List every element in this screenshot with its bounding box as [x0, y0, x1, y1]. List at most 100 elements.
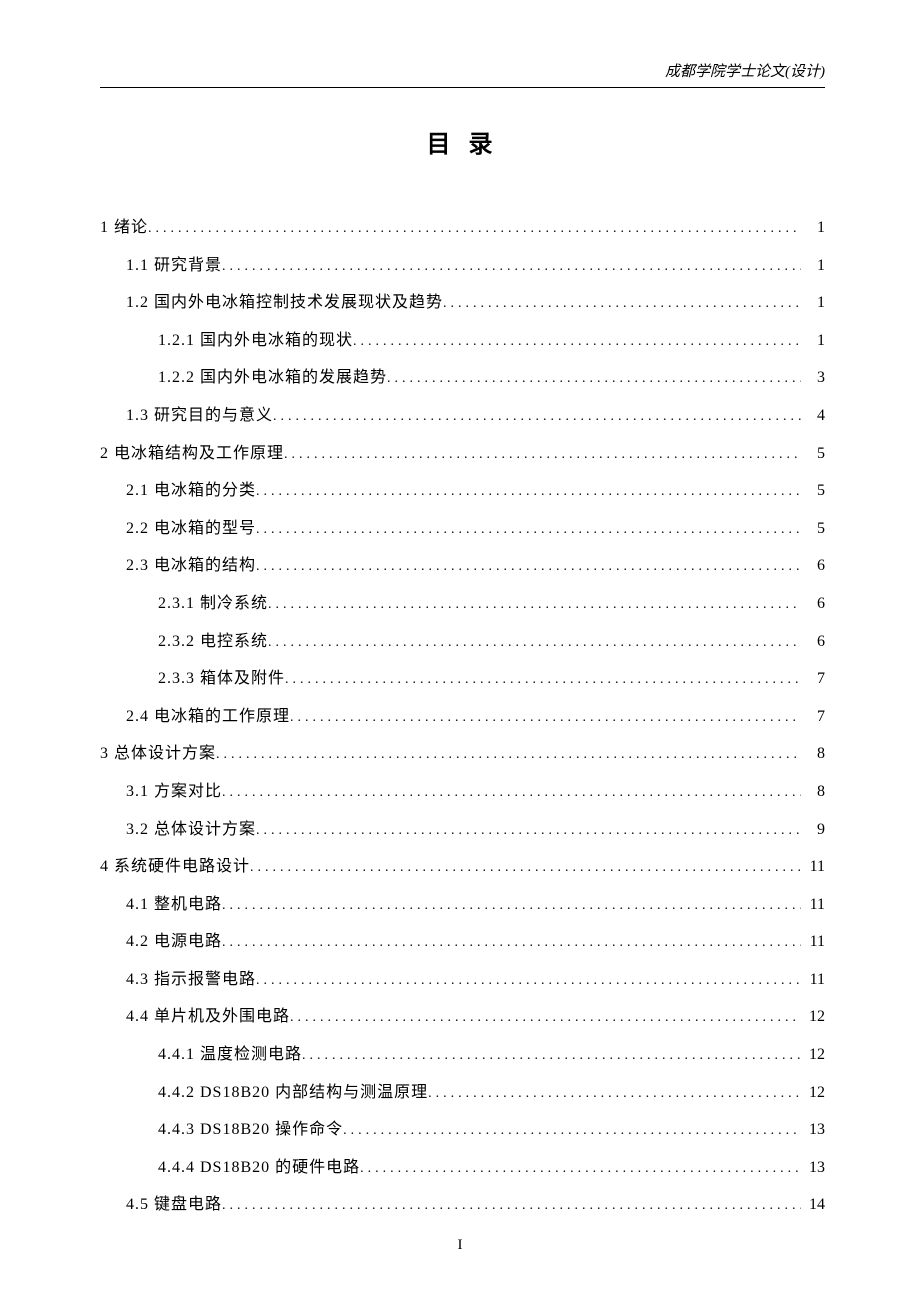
toc-entry-page: 12 — [801, 1036, 825, 1074]
toc-entry-page: 1 — [801, 284, 825, 322]
toc-leader-dots: ........................................… — [222, 777, 801, 810]
toc-entry-page: 3 — [801, 359, 825, 397]
toc-entry-page: 9 — [801, 811, 825, 849]
toc-entry-label: 4.4 单片机及外围电路 — [126, 998, 290, 1036]
toc-leader-dots: ........................................… — [222, 927, 801, 960]
toc-entry-page: 6 — [801, 547, 825, 585]
toc-leader-dots: ........................................… — [290, 702, 801, 735]
toc-entry-label: 1.1 研究背景 — [126, 247, 222, 285]
toc-entry: 4 系统硬件电路设计..............................… — [100, 848, 825, 886]
toc-entry-page: 11 — [801, 923, 825, 961]
toc-entry-page: 1 — [801, 247, 825, 285]
toc-entry-page: 5 — [801, 472, 825, 510]
toc-entry-page: 5 — [801, 510, 825, 548]
toc-entry-page: 1 — [801, 322, 825, 360]
toc-entry: 1.2 国内外电冰箱控制技术发展现状及趋势...................… — [100, 284, 825, 322]
toc-entry: 1.1 研究背景................................… — [100, 247, 825, 285]
toc-entry-label: 4.2 电源电路 — [126, 923, 222, 961]
toc-entry: 2.1 电冰箱的分类..............................… — [100, 472, 825, 510]
toc-entry-page: 6 — [801, 585, 825, 623]
toc-entry: 2.3 电冰箱的结构..............................… — [100, 547, 825, 585]
toc-leader-dots: ........................................… — [290, 1002, 801, 1035]
toc-leader-dots: ........................................… — [360, 1153, 801, 1186]
table-of-contents: 1 绪论....................................… — [100, 209, 825, 1224]
toc-entry-label: 2.3.3 箱体及附件 — [158, 660, 285, 698]
toc-entry: 1.3 研究目的与意义.............................… — [100, 397, 825, 435]
toc-entry-label: 2.3 电冰箱的结构 — [126, 547, 256, 585]
toc-leader-dots: ........................................… — [250, 852, 801, 885]
toc-leader-dots: ........................................… — [443, 288, 801, 321]
toc-entry-label: 3.2 总体设计方案 — [126, 811, 256, 849]
toc-entry-page: 13 — [801, 1111, 825, 1149]
toc-entry: 3.2 总体设计方案..............................… — [100, 811, 825, 849]
toc-entry-label: 4.4.3 DS18B20 操作命令 — [158, 1111, 343, 1149]
toc-entry: 4.4.4 DS18B20 的硬件电路.....................… — [100, 1149, 825, 1187]
toc-leader-dots: ........................................… — [256, 815, 801, 848]
toc-leader-dots: ........................................… — [353, 326, 801, 359]
page-header: 成都学院学士论文(设计) — [100, 60, 825, 88]
toc-leader-dots: ........................................… — [148, 213, 801, 246]
toc-entry-label: 2.2 电冰箱的型号 — [126, 510, 256, 548]
toc-entry: 3.1 方案对比................................… — [100, 773, 825, 811]
toc-entry: 3 总体设计方案................................… — [100, 735, 825, 773]
toc-entry: 1.2.2 国内外电冰箱的发展趋势.......................… — [100, 359, 825, 397]
toc-leader-dots: ........................................… — [222, 890, 801, 923]
toc-entry-label: 2.3.2 电控系统 — [158, 623, 268, 661]
toc-entry-page: 1 — [801, 209, 825, 247]
toc-entry-label: 1.3 研究目的与意义 — [126, 397, 273, 435]
toc-entry-label: 2.3.1 制冷系统 — [158, 585, 268, 623]
toc-entry: 4.2 电源电路................................… — [100, 923, 825, 961]
toc-entry-label: 2 电冰箱结构及工作原理 — [100, 435, 284, 473]
toc-leader-dots: ........................................… — [428, 1078, 801, 1111]
toc-entry-page: 11 — [801, 848, 825, 886]
toc-entry: 4.4.1 温度检测电路............................… — [100, 1036, 825, 1074]
toc-leader-dots: ........................................… — [343, 1115, 801, 1148]
toc-leader-dots: ........................................… — [268, 589, 801, 622]
toc-leader-dots: ........................................… — [256, 476, 801, 509]
toc-entry-page: 7 — [801, 698, 825, 736]
toc-entry-page: 7 — [801, 660, 825, 698]
toc-entry: 1 绪论....................................… — [100, 209, 825, 247]
toc-entry: 2.3.1 制冷系统..............................… — [100, 585, 825, 623]
toc-entry-page: 12 — [801, 1074, 825, 1112]
toc-leader-dots: ........................................… — [222, 1190, 801, 1223]
toc-leader-dots: ........................................… — [285, 664, 801, 697]
toc-entry: 4.4.3 DS18B20 操作命令......................… — [100, 1111, 825, 1149]
toc-entry-page: 11 — [801, 886, 825, 924]
toc-entry: 4.4 单片机及外围电路............................… — [100, 998, 825, 1036]
toc-leader-dots: ........................................… — [302, 1040, 801, 1073]
toc-entry-label: 1.2.2 国内外电冰箱的发展趋势 — [158, 359, 387, 397]
toc-leader-dots: ........................................… — [284, 439, 801, 472]
toc-leader-dots: ........................................… — [273, 401, 801, 434]
toc-entry: 2.3.3 箱体及附件.............................… — [100, 660, 825, 698]
toc-entry-label: 3 总体设计方案 — [100, 735, 216, 773]
toc-entry: 4.1 整机电路................................… — [100, 886, 825, 924]
toc-entry-page: 14 — [801, 1186, 825, 1224]
toc-leader-dots: ........................................… — [256, 514, 801, 547]
toc-leader-dots: ........................................… — [268, 627, 801, 660]
toc-leader-dots: ........................................… — [216, 739, 801, 772]
toc-entry-page: 12 — [801, 998, 825, 1036]
toc-entry-page: 8 — [801, 773, 825, 811]
toc-entry-label: 3.1 方案对比 — [126, 773, 222, 811]
toc-leader-dots: ........................................… — [387, 363, 801, 396]
toc-entry: 4.4.2 DS18B20 内部结构与测温原理.................… — [100, 1074, 825, 1112]
toc-leader-dots: ........................................… — [256, 965, 801, 998]
toc-entry-label: 4.1 整机电路 — [126, 886, 222, 924]
toc-entry-label: 4 系统硬件电路设计 — [100, 848, 250, 886]
page-number: I — [0, 1237, 920, 1254]
toc-entry: 2.2 电冰箱的型号..............................… — [100, 510, 825, 548]
toc-entry-page: 8 — [801, 735, 825, 773]
toc-entry-label: 1 绪论 — [100, 209, 148, 247]
toc-entry-label: 4.3 指示报警电路 — [126, 961, 256, 999]
toc-entry: 1.2.1 国内外电冰箱的现状.........................… — [100, 322, 825, 360]
toc-entry-page: 6 — [801, 623, 825, 661]
toc-entry-label: 4.4.2 DS18B20 内部结构与测温原理 — [158, 1074, 428, 1112]
toc-entry: 4.5 键盘电路................................… — [100, 1186, 825, 1224]
toc-entry-page: 11 — [801, 961, 825, 999]
toc-entry-label: 4.5 键盘电路 — [126, 1186, 222, 1224]
toc-leader-dots: ........................................… — [222, 251, 801, 284]
toc-entry: 2.4 电冰箱的工作原理............................… — [100, 698, 825, 736]
toc-entry: 2 电冰箱结构及工作原理............................… — [100, 435, 825, 473]
toc-entry-page: 5 — [801, 435, 825, 473]
